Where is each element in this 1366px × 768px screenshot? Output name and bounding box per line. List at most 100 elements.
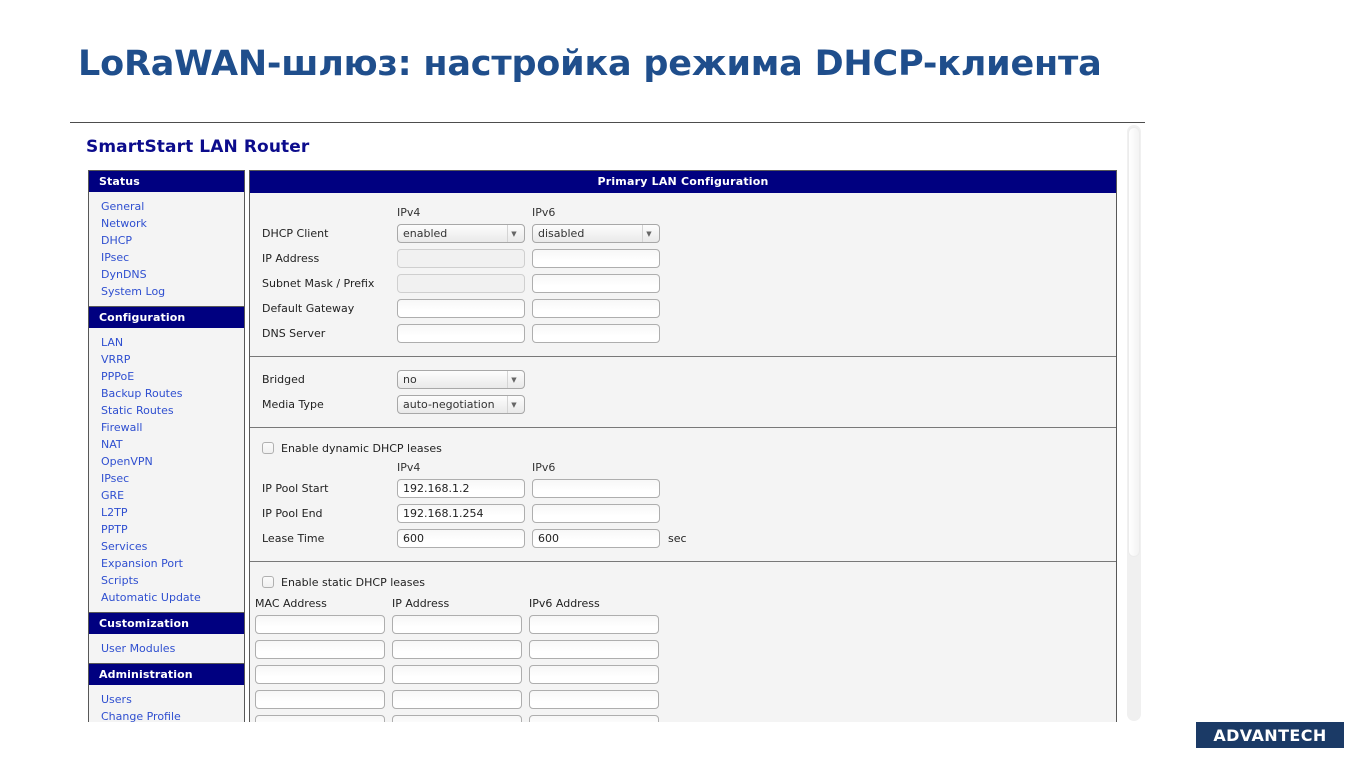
sidebar-item-scripts[interactable]: Scripts <box>89 572 244 589</box>
sidebar-item-pptp[interactable]: PPTP <box>89 521 244 538</box>
section-media: Bridged no ▼ Media Type auto-negotiation… <box>250 357 1116 428</box>
select-media-type[interactable]: auto-negotiation ▼ <box>397 395 525 414</box>
sidebar-item-static-routes[interactable]: Static Routes <box>89 402 244 419</box>
label-ip-pool-start: IP Pool Start <box>262 482 329 495</box>
select-dhcp-client-ipv4-value: enabled <box>403 227 448 240</box>
sidebar-item-nat[interactable]: NAT <box>89 436 244 453</box>
sidebar-item-general[interactable]: General <box>89 198 244 215</box>
sidebar-item-dyndns[interactable]: DynDNS <box>89 266 244 283</box>
sidebar-item-firewall[interactable]: Firewall <box>89 419 244 436</box>
scrollbar-thumb[interactable] <box>1128 127 1140 557</box>
column-header-ipv4: IPv4 <box>397 205 421 219</box>
primary-lan-configuration-panel: Primary LAN Configuration IPv4 IPv6 DHCP… <box>249 170 1117 722</box>
input-ip-address-ipv6[interactable] <box>532 249 660 268</box>
input-static-mac-1[interactable] <box>255 640 385 659</box>
input-static-ip-0[interactable] <box>392 615 522 634</box>
input-lease-time-ipv6[interactable] <box>532 529 660 548</box>
addressing-column-headers: IPv4 IPv6 <box>250 203 1116 221</box>
label-enable-static-dhcp-leases: Enable static DHCP leases <box>281 575 426 589</box>
vertical-scrollbar[interactable] <box>1127 125 1141 721</box>
sidebar-item-change-profile[interactable]: Change Profile <box>89 708 244 723</box>
row-dhcp-client: DHCP Client enabled ▼ disabled ▼ <box>250 221 1116 246</box>
sidebar-item-l2tp[interactable]: L2TP <box>89 504 244 521</box>
input-subnet-mask-ipv4[interactable] <box>397 274 525 293</box>
sidebar-item-dhcp[interactable]: DHCP <box>89 232 244 249</box>
label-default-gateway: Default Gateway <box>262 302 355 315</box>
row-enable-dynamic-dhcp[interactable]: Enable dynamic DHCP leases <box>250 438 1116 458</box>
sidebar-item-ipsec-config[interactable]: IPsec <box>89 470 244 487</box>
sidebar-item-user-modules[interactable]: User Modules <box>89 640 244 657</box>
label-bridged: Bridged <box>262 373 305 386</box>
select-bridged[interactable]: no ▼ <box>397 370 525 389</box>
input-static-ip-4[interactable] <box>392 715 522 722</box>
table-row <box>250 687 1116 712</box>
advantech-logo: ADVANTECH <box>1196 722 1344 748</box>
column-header-mac-address: MAC Address <box>255 596 327 610</box>
select-dhcp-client-ipv6[interactable]: disabled ▼ <box>532 224 660 243</box>
input-static-mac-0[interactable] <box>255 615 385 634</box>
row-default-gateway: Default Gateway <box>250 296 1116 321</box>
table-row <box>250 712 1116 722</box>
chevron-down-icon: ▼ <box>507 225 520 242</box>
input-static-mac-2[interactable] <box>255 665 385 684</box>
sidebar-item-ipsec-status[interactable]: IPsec <box>89 249 244 266</box>
input-default-gateway-ipv4[interactable] <box>397 299 525 318</box>
sidebar-item-system-log[interactable]: System Log <box>89 283 244 300</box>
sidebar-item-services[interactable]: Services <box>89 538 244 555</box>
input-ip-pool-end-ipv6[interactable] <box>532 504 660 523</box>
sidebar-navigation: Status General Network DHCP IPsec DynDNS… <box>88 170 245 722</box>
row-ip-pool-start: IP Pool Start <box>250 476 1116 501</box>
input-static-mac-4[interactable] <box>255 715 385 722</box>
section-dynamic-dhcp-leases: Enable dynamic DHCP leases IPv4 IPv6 IP … <box>250 428 1116 562</box>
table-row <box>250 637 1116 662</box>
input-lease-time-ipv4[interactable] <box>397 529 525 548</box>
sidebar-item-backup-routes[interactable]: Backup Routes <box>89 385 244 402</box>
input-ip-pool-start-ipv4[interactable] <box>397 479 525 498</box>
label-ip-address: IP Address <box>262 252 320 265</box>
sidebar-item-automatic-update[interactable]: Automatic Update <box>89 589 244 606</box>
input-dns-server-ipv4[interactable] <box>397 324 525 343</box>
input-static-ipv6-1[interactable] <box>529 640 659 659</box>
sidebar-group-administration: Users Change Profile Change Password Set… <box>89 685 244 723</box>
label-dhcp-client: DHCP Client <box>262 227 329 240</box>
table-row <box>250 662 1116 687</box>
panel-title: Primary LAN Configuration <box>250 171 1116 193</box>
sidebar-group-status: General Network DHCP IPsec DynDNS System… <box>89 192 244 307</box>
sidebar-item-openvpn[interactable]: OpenVPN <box>89 453 244 470</box>
sidebar-item-vrrp[interactable]: VRRP <box>89 351 244 368</box>
row-enable-static-dhcp[interactable]: Enable static DHCP leases <box>250 572 1116 592</box>
input-static-mac-3[interactable] <box>255 690 385 709</box>
sidebar-item-gre[interactable]: GRE <box>89 487 244 504</box>
input-static-ipv6-0[interactable] <box>529 615 659 634</box>
input-ip-pool-start-ipv6[interactable] <box>532 479 660 498</box>
input-static-ip-2[interactable] <box>392 665 522 684</box>
label-enable-dynamic-dhcp-leases: Enable dynamic DHCP leases <box>281 441 442 455</box>
input-static-ipv6-3[interactable] <box>529 690 659 709</box>
sidebar-item-pppoe[interactable]: PPPoE <box>89 368 244 385</box>
input-static-ip-3[interactable] <box>392 690 522 709</box>
input-default-gateway-ipv6[interactable] <box>532 299 660 318</box>
input-ip-pool-end-ipv4[interactable] <box>397 504 525 523</box>
input-static-ip-1[interactable] <box>392 640 522 659</box>
input-static-ipv6-4[interactable] <box>529 715 659 722</box>
router-web-ui-screenshot: SmartStart LAN Router Status General Net… <box>70 122 1145 722</box>
checkbox-enable-static-dhcp-leases[interactable] <box>262 576 274 588</box>
sidebar-header-administration: Administration <box>89 664 244 685</box>
sidebar-item-expansion-port[interactable]: Expansion Port <box>89 555 244 572</box>
sidebar-group-customization: User Modules <box>89 634 244 664</box>
sidebar-header-status: Status <box>89 171 244 192</box>
input-dns-server-ipv6[interactable] <box>532 324 660 343</box>
sidebar-item-network[interactable]: Network <box>89 215 244 232</box>
input-subnet-mask-ipv6[interactable] <box>532 274 660 293</box>
chevron-down-icon: ▼ <box>507 396 520 413</box>
input-ip-address-ipv4[interactable] <box>397 249 525 268</box>
select-dhcp-client-ipv4[interactable]: enabled ▼ <box>397 224 525 243</box>
label-dns-server: DNS Server <box>262 327 326 340</box>
label-ip-pool-end: IP Pool End <box>262 507 323 520</box>
label-lease-time-unit: sec <box>668 532 687 545</box>
sidebar-item-lan[interactable]: LAN <box>89 334 244 351</box>
checkbox-enable-dynamic-dhcp-leases[interactable] <box>262 442 274 454</box>
table-row <box>250 612 1116 637</box>
input-static-ipv6-2[interactable] <box>529 665 659 684</box>
sidebar-item-users[interactable]: Users <box>89 691 244 708</box>
